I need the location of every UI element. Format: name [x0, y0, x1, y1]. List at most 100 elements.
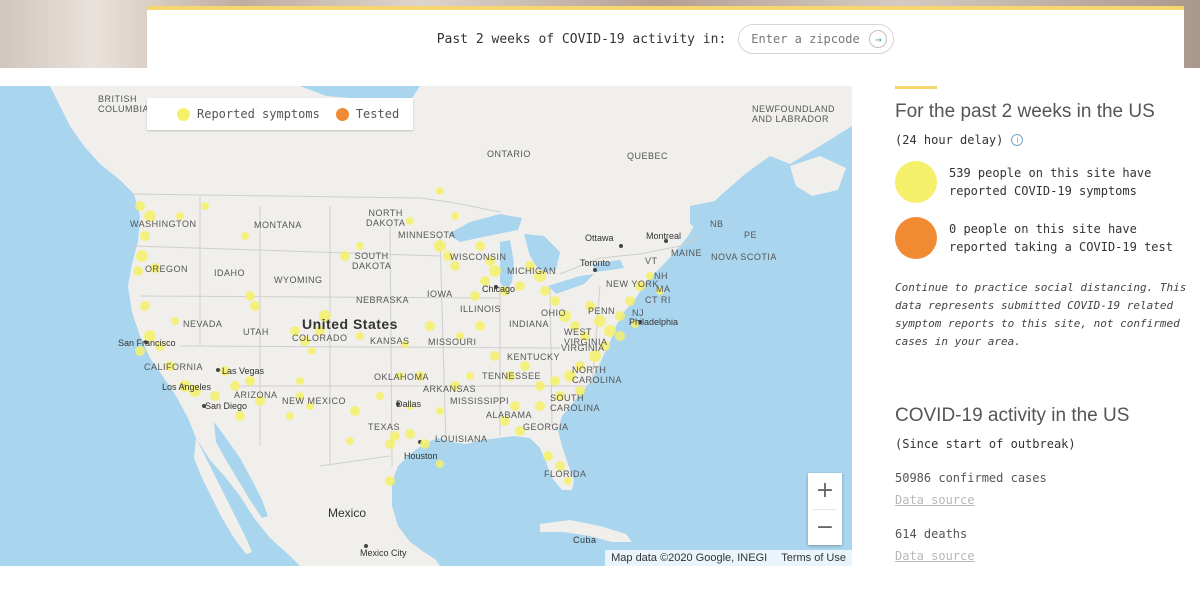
city-montreal: Montreal: [646, 231, 682, 241]
label-ct: CT RI: [645, 295, 671, 305]
zipcode-input[interactable]: [751, 32, 862, 46]
label-iowa: IOWA: [427, 289, 453, 299]
legend-label-tested: Tested: [355, 107, 400, 121]
zipcode-prompt: Past 2 weeks of COVID-19 activity in:: [436, 31, 727, 47]
label-south-carolina: SOUTH CAROLINA: [550, 393, 601, 413]
label-ma: MA: [656, 284, 671, 294]
deaths-data-source-link[interactable]: Data source: [895, 549, 1195, 563]
label-mexico: Mexico: [328, 506, 367, 520]
label-alabama: ALABAMA: [486, 410, 533, 420]
label-arkansas: ARKANSAS: [423, 384, 477, 394]
zoom-out-button[interactable]: −: [808, 509, 842, 545]
label-north-dakota: NORTH DAKOTA: [366, 208, 406, 228]
tested-stat: 0 people on this site have reported taki…: [949, 222, 1173, 254]
city-los-angeles: Los Angeles: [162, 382, 212, 392]
disclaimer: Continue to practice social distancing. …: [895, 281, 1187, 348]
label-pe: PE: [744, 230, 758, 240]
us-activity-title: COVID-19 activity in the US: [895, 405, 1130, 426]
label-louisiana: LOUISIANA: [435, 434, 488, 444]
label-colorado: COLORADO: [292, 333, 348, 343]
since-outbreak-note: (Since start of outbreak): [895, 437, 1076, 451]
label-montana: MONTANA: [254, 220, 302, 230]
label-penn: PENN: [588, 306, 616, 316]
label-nova-scotia: NOVA SCOTIA: [711, 252, 777, 262]
label-british-columbia: BRITISH COLUMBIA: [98, 94, 150, 114]
confirmed-cases: 50986 confirmed cases: [895, 471, 1047, 485]
arrow-right-icon[interactable]: →: [869, 30, 888, 48]
label-washington: WASHINGTON: [130, 219, 197, 229]
map-attribution: Map data ©2020 Google, INEGI Terms of Us…: [605, 550, 852, 566]
land-newfoundland: [790, 156, 846, 196]
city-philadelphia: Philadelphia: [629, 317, 679, 327]
legend-item-symptoms: Reported symptoms: [177, 107, 320, 121]
legend-item-tested: Tested: [335, 107, 400, 121]
label-indiana: INDIANA: [509, 319, 550, 329]
label-oregon: OREGON: [145, 264, 189, 274]
accent-bar: [895, 86, 937, 89]
label-michigan: MICHIGAN: [507, 266, 556, 276]
label-united-states: United States: [302, 316, 398, 332]
city-san-francisco: San Francisco: [118, 338, 176, 348]
symptoms-dot-icon: [177, 107, 190, 121]
label-quebec: QUEBEC: [627, 151, 669, 161]
symptoms-stat: 539 people on this site have reported CO…: [949, 166, 1152, 198]
label-cuba: Cuba: [573, 535, 597, 545]
label-idaho: IDAHO: [214, 268, 246, 278]
tested-stat-row: 0 people on this site have reported taki…: [895, 217, 1195, 259]
label-kentucky: KENTUCKY: [507, 352, 561, 362]
cases-data-source-link[interactable]: Data source: [895, 493, 1195, 507]
tested-circle-icon: [895, 217, 937, 259]
label-minnesota: MINNESOTA: [398, 230, 456, 240]
activity-map[interactable]: BRITISH COLUMBIA NEWFOUNDLAND AND LABRADOR…: [0, 86, 852, 566]
two-week-title: For the past 2 weeks in the US: [895, 101, 1155, 122]
city-dallas: Dallas: [396, 399, 422, 409]
legend-label-symptoms: Reported symptoms: [197, 107, 320, 121]
label-west-virginia: WEST VIRGINIA: [564, 327, 608, 347]
label-vt: VT: [645, 256, 658, 266]
label-missouri: MISSOURI: [428, 337, 477, 347]
delay-note-row: (24 hour delay) i: [895, 133, 1195, 147]
deaths-count: 614 deaths: [895, 527, 968, 541]
city-ottawa: Ottawa: [585, 233, 614, 243]
label-ohio: OHIO: [541, 308, 567, 318]
label-utah: UTAH: [243, 327, 269, 337]
zipcode-search-panel: Past 2 weeks of COVID-19 activity in: →: [147, 6, 1184, 68]
label-nh: NH: [654, 271, 668, 281]
stats-sidebar: For the past 2 weeks in the US (24 hour …: [895, 86, 1195, 563]
label-nb: NB: [710, 219, 724, 229]
zoom-in-button[interactable]: +: [808, 473, 842, 509]
label-north-carolina: NORTH CAROLINA: [572, 365, 623, 385]
map-data-credit: Map data ©2020 Google, INEGI: [611, 552, 768, 564]
city-las-vegas: Las Vegas: [222, 366, 265, 376]
label-nevada: NEVADA: [183, 319, 223, 329]
delay-note: (24 hour delay): [895, 133, 1004, 147]
terms-of-use-link[interactable]: Terms of Use: [781, 552, 846, 564]
label-arizona: ARIZONA: [234, 390, 278, 400]
city-toronto: Toronto: [580, 258, 611, 268]
label-newfoundland: NEWFOUNDLAND AND LABRADOR: [752, 104, 836, 124]
label-nebraska: NEBRASKA: [356, 295, 410, 305]
zipcode-search-box[interactable]: →: [738, 24, 895, 54]
label-kansas: KANSAS: [370, 336, 410, 346]
label-ontario: ONTARIO: [487, 149, 531, 159]
city-san-diego: San Diego: [205, 401, 248, 411]
label-maine: MAINE: [671, 248, 703, 258]
map-legend: Reported symptoms Tested: [147, 98, 413, 130]
label-wyoming: WYOMING: [274, 275, 323, 285]
label-new-york: NEW YORK: [606, 279, 659, 289]
label-new-mexico: NEW MEXICO: [282, 396, 347, 406]
tested-dot-icon: [335, 107, 349, 121]
map-base: [0, 86, 852, 566]
label-georgia: GEORGIA: [523, 422, 569, 432]
symptoms-stat-row: 539 people on this site have reported CO…: [895, 161, 1195, 203]
label-mississippi: MISSISSIPPI: [450, 396, 510, 406]
city-mexico-city: Mexico City: [360, 548, 407, 558]
label-south-dakota: SOUTH DAKOTA: [352, 251, 392, 271]
label-wisconsin: WISCONSIN: [450, 252, 507, 262]
label-california: CALIFORNIA: [144, 362, 204, 372]
label-oklahoma: OKLAHOMA: [374, 372, 430, 382]
symptoms-circle-icon: [895, 161, 937, 203]
info-icon[interactable]: i: [1011, 134, 1024, 146]
label-texas: TEXAS: [368, 422, 401, 432]
label-tennessee: TENNESSEE: [482, 371, 542, 381]
